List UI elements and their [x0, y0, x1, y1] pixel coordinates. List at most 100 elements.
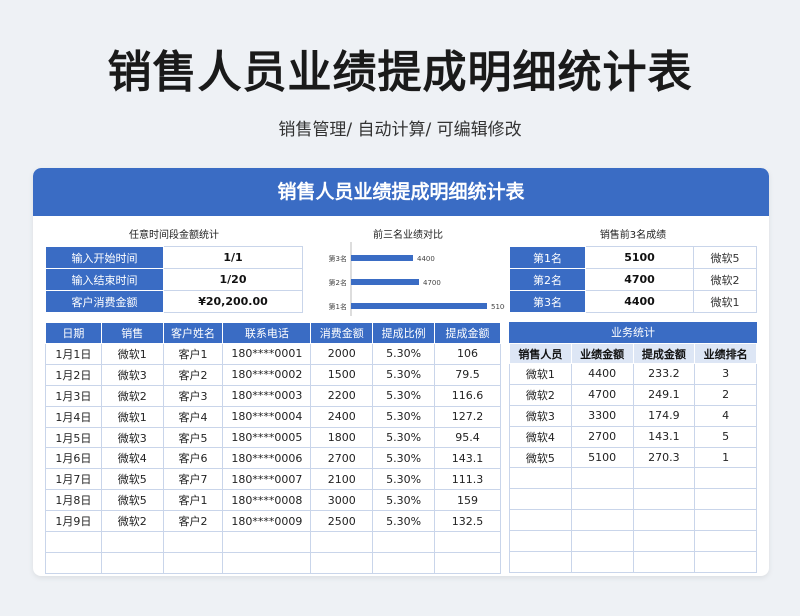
- stats-row: 微软2 4700 249.1 2: [509, 383, 757, 406]
- column-header[interactable]: 日期: [45, 322, 102, 344]
- table-cell[interactable]: 5.30%: [372, 343, 436, 365]
- table-cell[interactable]: 2500: [310, 510, 374, 533]
- table-cell[interactable]: [45, 551, 102, 574]
- table-cell[interactable]: 微软5: [100, 468, 164, 491]
- stats-cell: 1: [694, 446, 757, 469]
- table-cell[interactable]: 微软1: [100, 405, 164, 428]
- table-cell[interactable]: 5.30%: [372, 447, 436, 470]
- start-value[interactable]: 1/1: [163, 246, 303, 269]
- table-cell[interactable]: 159: [434, 489, 501, 512]
- table-cell[interactable]: 客户6: [162, 447, 224, 470]
- table-cell[interactable]: 180****0009: [222, 510, 312, 533]
- sales-detail-table: 日期 销售 客户姓名 联系电话 消费金额 提成比例 提成金额 1月1日 微软1 客户1 180**…: [45, 322, 501, 574]
- table-cell[interactable]: [162, 531, 224, 553]
- table-cell[interactable]: [310, 551, 374, 574]
- column-header[interactable]: 提成金额: [434, 322, 501, 344]
- table-cell[interactable]: [100, 531, 164, 553]
- table-cell[interactable]: [45, 531, 102, 553]
- table-cell[interactable]: 127.2: [434, 405, 501, 428]
- table-cell[interactable]: 1500: [310, 363, 374, 386]
- table-cell[interactable]: 180****0007: [222, 468, 312, 491]
- amount-label: 客户消费金额: [45, 290, 164, 313]
- table-cell[interactable]: 微软3: [100, 363, 164, 386]
- table-cell[interactable]: 5.30%: [372, 468, 436, 491]
- table-cell[interactable]: 5.30%: [372, 426, 436, 449]
- table-cell[interactable]: 116.6: [434, 384, 501, 407]
- table-cell[interactable]: 1月7日: [45, 468, 102, 491]
- table-cell[interactable]: 1月8日: [45, 489, 102, 512]
- table-cell[interactable]: 5.30%: [372, 489, 436, 512]
- top3-amount: 4700: [585, 268, 694, 291]
- table-cell[interactable]: 客户5: [162, 426, 224, 449]
- top3-row: 第1名 5100 微软5: [509, 246, 757, 269]
- table-cell[interactable]: [100, 551, 164, 574]
- stats-row: 微软1 4400 233.2 3: [509, 363, 757, 385]
- stats-cell: [570, 530, 634, 553]
- table-cell[interactable]: [372, 551, 436, 574]
- table-cell[interactable]: 微软4: [100, 447, 164, 470]
- table-cell[interactable]: 180****0004: [222, 405, 312, 428]
- table-cell[interactable]: 1月2日: [45, 363, 102, 386]
- column-header[interactable]: 联系电话: [222, 322, 312, 344]
- table-cell[interactable]: [222, 551, 312, 574]
- table-cell[interactable]: 143.1: [434, 447, 501, 470]
- table-cell[interactable]: 95.4: [434, 426, 501, 449]
- end-value[interactable]: 1/20: [163, 268, 303, 291]
- stats-cell: 微软1: [509, 363, 572, 385]
- table-cell[interactable]: 1月4日: [45, 405, 102, 428]
- table-cell[interactable]: 180****0005: [222, 426, 312, 449]
- table-cell[interactable]: 客户1: [162, 489, 224, 512]
- table-cell[interactable]: 2000: [310, 343, 374, 365]
- table-cell[interactable]: 180****0006: [222, 447, 312, 470]
- stats-row: [509, 467, 757, 490]
- table-cell[interactable]: 微软3: [100, 426, 164, 449]
- table-cell[interactable]: [162, 551, 224, 574]
- table-cell[interactable]: 客户2: [162, 510, 224, 533]
- column-header[interactable]: 提成比例: [372, 322, 436, 344]
- stats-cell: [509, 509, 572, 532]
- table-cell[interactable]: 1月3日: [45, 384, 102, 407]
- table-cell[interactable]: 1月5日: [45, 426, 102, 449]
- table-cell[interactable]: 2100: [310, 468, 374, 491]
- table-cell[interactable]: 1月9日: [45, 510, 102, 533]
- table-cell[interactable]: [222, 531, 312, 553]
- table-cell[interactable]: 1800: [310, 426, 374, 449]
- table-cell[interactable]: 客户3: [162, 384, 224, 407]
- table-cell[interactable]: 2200: [310, 384, 374, 407]
- table-cell[interactable]: [434, 551, 501, 574]
- table-cell[interactable]: 2700: [310, 447, 374, 470]
- table-cell[interactable]: 5.30%: [372, 384, 436, 407]
- table-cell[interactable]: 79.5: [434, 363, 501, 386]
- table-cell[interactable]: 5.30%: [372, 510, 436, 533]
- table-cell[interactable]: 5.30%: [372, 405, 436, 428]
- table-cell[interactable]: 106: [434, 343, 501, 365]
- table-cell[interactable]: 客户2: [162, 363, 224, 386]
- table-cell[interactable]: 1月6日: [45, 447, 102, 470]
- table-cell[interactable]: 180****0002: [222, 363, 312, 386]
- table-cell[interactable]: 3000: [310, 489, 374, 512]
- table-cell[interactable]: 1月1日: [45, 343, 102, 365]
- column-header[interactable]: 消费金额: [310, 322, 374, 344]
- table-cell[interactable]: 132.5: [434, 510, 501, 533]
- column-header[interactable]: 销售: [100, 322, 164, 344]
- table-cell[interactable]: [434, 531, 501, 553]
- stats-cell: [509, 551, 572, 573]
- table-cell[interactable]: 客户1: [162, 343, 224, 365]
- table-cell[interactable]: 客户7: [162, 468, 224, 491]
- table-cell[interactable]: [372, 531, 436, 553]
- stats-column-header: 提成金额: [632, 343, 696, 364]
- table-cell[interactable]: 111.3: [434, 468, 501, 491]
- table-cell[interactable]: 180****0001: [222, 343, 312, 365]
- table-cell[interactable]: 微软5: [100, 489, 164, 512]
- table-cell[interactable]: 微软2: [100, 384, 164, 407]
- table-cell[interactable]: 微软2: [100, 510, 164, 533]
- table-cell[interactable]: 180****0008: [222, 489, 312, 512]
- table-cell[interactable]: 客户4: [162, 405, 224, 428]
- table-cell[interactable]: 微软1: [100, 343, 164, 365]
- table-cell[interactable]: 5.30%: [372, 363, 436, 386]
- stats-cell: 4: [694, 404, 757, 427]
- table-cell[interactable]: 2400: [310, 405, 374, 428]
- table-cell[interactable]: 180****0003: [222, 384, 312, 407]
- table-cell[interactable]: [310, 531, 374, 553]
- column-header[interactable]: 客户姓名: [162, 322, 224, 344]
